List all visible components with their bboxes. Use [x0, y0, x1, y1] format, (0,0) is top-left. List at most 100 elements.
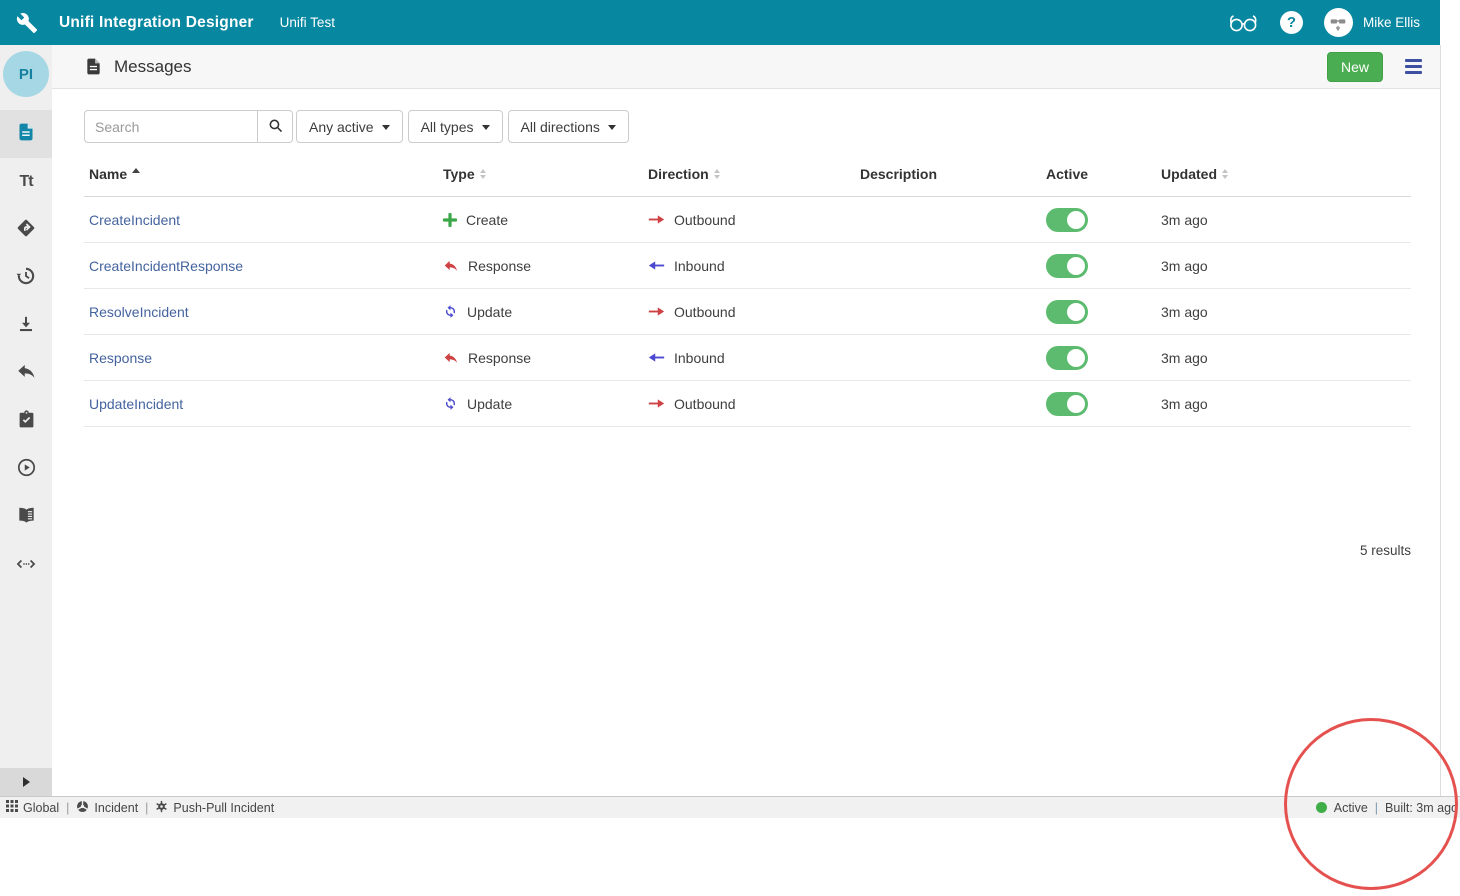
- direction-label: Inbound: [674, 257, 725, 274]
- play-circle-icon: [16, 457, 37, 483]
- sidebar-item-messages[interactable]: [0, 110, 52, 158]
- direction-label: Outbound: [674, 211, 736, 228]
- direction-label: Outbound: [674, 395, 736, 412]
- updated-cell: 3m ago: [1161, 257, 1208, 274]
- sidebar-item-run[interactable]: [0, 446, 52, 494]
- type-label: Response: [468, 349, 532, 366]
- active-toggle[interactable]: [1046, 391, 1088, 416]
- tasks-clipboard-icon: [17, 410, 36, 434]
- separator: |: [66, 800, 70, 815]
- grid-icon: [6, 800, 18, 815]
- sidebar-item-fields[interactable]: Tt: [0, 158, 52, 206]
- column-header-direction[interactable]: Direction: [643, 166, 855, 182]
- sidebar-item-tasks[interactable]: [0, 398, 52, 446]
- status-label: Active: [1333, 800, 1368, 815]
- table-row: Response Response Inbound 3m ago: [84, 335, 1411, 381]
- chevron-down-icon: [607, 125, 616, 130]
- updated-cell: 3m ago: [1161, 395, 1208, 412]
- incident-wheel-icon: [76, 800, 89, 816]
- new-button[interactable]: New: [1326, 51, 1383, 82]
- gear-icon: [155, 800, 168, 816]
- message-name-link[interactable]: Response: [89, 350, 152, 366]
- table-row: CreateIncidentResponse Response Inbound …: [84, 243, 1411, 289]
- chevron-down-icon: [381, 125, 390, 130]
- arrow-right-icon: [648, 306, 665, 317]
- messages-document-icon: [84, 57, 103, 76]
- separator: |: [1374, 800, 1379, 815]
- sort-icon: [1222, 168, 1228, 179]
- search-icon: [267, 117, 284, 137]
- type-label: Update: [467, 303, 513, 320]
- sidebar-item-import[interactable]: [0, 302, 52, 350]
- update-refresh-icon: [443, 304, 458, 319]
- process-avatar[interactable]: PI: [3, 51, 49, 97]
- response-reply-icon: [443, 258, 459, 274]
- active-toggle[interactable]: [1046, 253, 1088, 278]
- filter-bar: Any active All types All directions: [84, 110, 629, 143]
- history-icon: [15, 265, 37, 292]
- text-fields-icon: Tt: [19, 173, 33, 190]
- status-dot-icon: [1315, 802, 1327, 813]
- direction-filter-dropdown[interactable]: All directions: [507, 110, 629, 143]
- sort-icon: [713, 168, 720, 179]
- column-header-name[interactable]: Name: [84, 166, 438, 182]
- active-toggle[interactable]: [1046, 207, 1088, 232]
- menu-button[interactable]: [1401, 55, 1426, 78]
- breadcrumb-global[interactable]: Global: [6, 800, 59, 815]
- separator: |: [145, 800, 149, 815]
- book-icon: [16, 505, 37, 531]
- column-header-type[interactable]: Type: [438, 166, 643, 182]
- breadcrumb-integration[interactable]: Push-Pull Incident: [155, 800, 274, 816]
- message-name-link[interactable]: CreateIncidentResponse: [89, 258, 243, 274]
- sidebar-item-field-maps[interactable]: [0, 206, 52, 254]
- sidebar-item-documentation[interactable]: [0, 494, 52, 542]
- page-title: Messages: [114, 56, 192, 76]
- top-bar: Unifi Integration Designer Unifi Test ? …: [0, 0, 1440, 45]
- type-label: Update: [467, 395, 513, 412]
- column-header-updated[interactable]: Updated: [1156, 166, 1411, 182]
- glasses-icon[interactable]: [1227, 12, 1259, 34]
- sidebar-item-scripts[interactable]: [0, 542, 52, 590]
- active-toggle[interactable]: [1046, 299, 1088, 324]
- reply-icon: [16, 361, 37, 387]
- column-header-active: Active: [1046, 165, 1089, 182]
- arrow-right-icon: [648, 398, 665, 409]
- sort-asc-icon: [132, 167, 141, 173]
- update-refresh-icon: [443, 396, 458, 411]
- response-reply-icon: [443, 350, 459, 366]
- updated-cell: 3m ago: [1161, 349, 1208, 366]
- direction-label: Inbound: [674, 349, 725, 366]
- updated-cell: 3m ago: [1161, 303, 1208, 320]
- sidebar-item-responses[interactable]: [0, 350, 52, 398]
- results-count: 5 results: [1359, 543, 1411, 558]
- search-button[interactable]: [257, 110, 293, 143]
- user-avatar[interactable]: [1323, 8, 1353, 37]
- arrow-left-icon: [648, 352, 665, 363]
- message-name-link[interactable]: UpdateIncident: [89, 396, 183, 412]
- direction-label: Outbound: [674, 303, 736, 320]
- search-input[interactable]: [84, 110, 257, 143]
- help-icon[interactable]: ?: [1279, 11, 1303, 34]
- chevron-right-icon: [22, 777, 30, 787]
- content-right-border: [1440, 45, 1441, 796]
- hamburger-icon: [1405, 59, 1422, 62]
- arrow-left-icon: [648, 260, 665, 271]
- create-plus-icon: [443, 212, 457, 227]
- user-name: Mike Ellis: [1362, 15, 1420, 30]
- active-filter-dropdown[interactable]: Any active: [296, 110, 403, 143]
- sidebar-collapse-button[interactable]: [0, 768, 52, 796]
- type-label: Create: [466, 211, 509, 228]
- type-filter-dropdown[interactable]: All types: [407, 110, 503, 143]
- arrow-right-icon: [648, 214, 665, 225]
- left-sidebar: PI Tt: [0, 45, 52, 796]
- sort-icon: [479, 168, 486, 179]
- sidebar-item-pollers[interactable]: [0, 254, 52, 302]
- active-toggle[interactable]: [1046, 345, 1088, 370]
- breadcrumb-process[interactable]: Incident: [76, 800, 138, 816]
- app-title: Unifi Integration Designer: [59, 13, 254, 31]
- table-header-row: Name Type Direction Description Active U…: [84, 151, 1411, 197]
- message-name-link[interactable]: ResolveIncident: [89, 304, 189, 320]
- main-content: Any active All types All directions Name…: [52, 89, 1440, 796]
- message-name-link[interactable]: CreateIncident: [89, 212, 180, 228]
- send-diamond-icon: [15, 217, 37, 244]
